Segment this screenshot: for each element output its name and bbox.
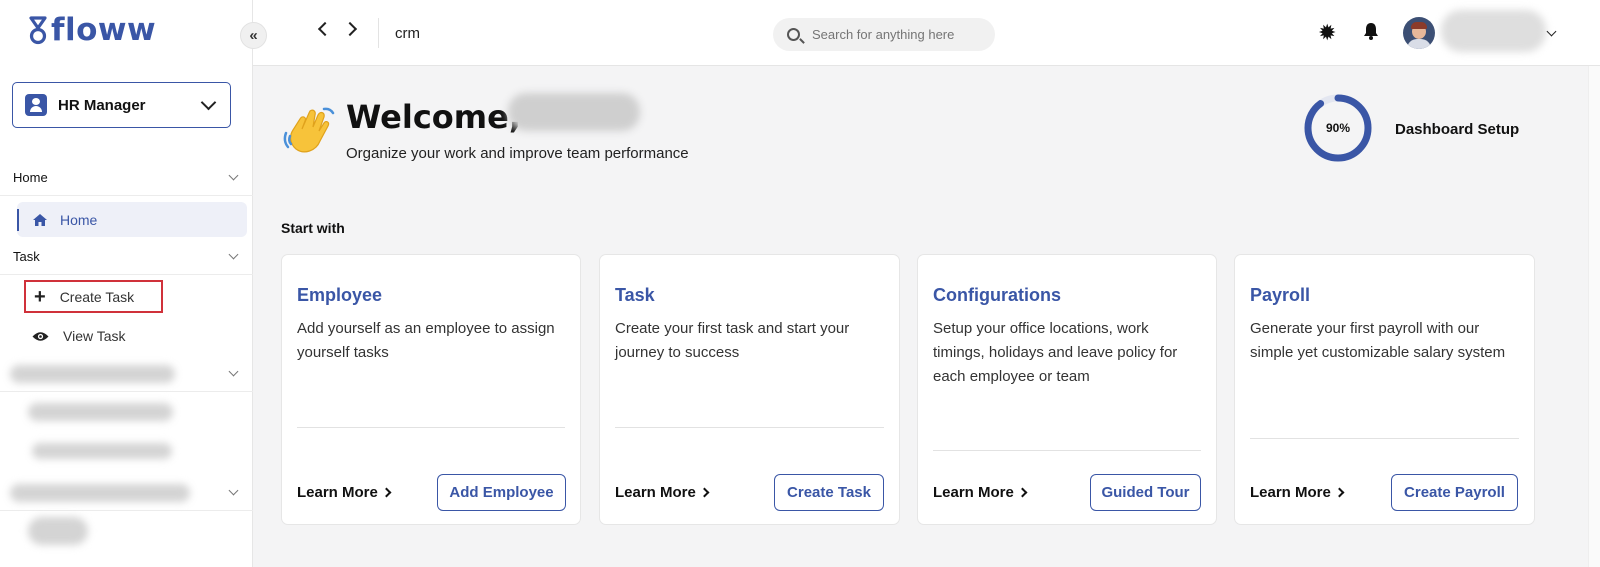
breadcrumb[interactable]: crm <box>395 25 420 42</box>
chevron-down-icon <box>200 94 217 110</box>
waving-hand-icon <box>283 107 335 153</box>
create-payroll-button[interactable]: Create Payroll <box>1391 474 1518 511</box>
sidebar-item-label: Home <box>60 211 98 228</box>
divider <box>933 450 1201 451</box>
guided-tour-button[interactable]: Guided Tour <box>1090 474 1201 511</box>
card-title: Configurations <box>933 285 1061 305</box>
section-label: Home <box>13 170 48 185</box>
redacted-nav-item <box>32 443 172 459</box>
plus-icon: + <box>34 285 46 308</box>
learn-more-link[interactable]: Learn More <box>297 484 392 501</box>
section-label: Task <box>13 249 40 264</box>
divider <box>297 427 565 428</box>
role-select[interactable]: HR Manager <box>12 82 231 128</box>
sun-icon[interactable]: ✹ <box>1318 20 1336 46</box>
redacted-user-name <box>508 93 640 131</box>
collapse-sidebar-button[interactable]: « <box>240 22 267 49</box>
dashboard-setup-link[interactable]: Dashboard Setup <box>1395 121 1519 138</box>
chevron-down-icon <box>228 366 239 377</box>
section-title: Start with <box>281 220 345 236</box>
avatar-hair <box>1411 22 1427 29</box>
sidebar-item-label: View Task <box>63 328 126 344</box>
page-title: Welcome, <box>346 98 521 136</box>
divider <box>378 18 379 48</box>
chevron-down-icon <box>228 485 239 496</box>
brand-name: floww <box>51 12 157 48</box>
redacted-nav-item <box>28 403 173 421</box>
section-header-task[interactable]: Task <box>0 239 253 275</box>
card-task: Task Create your first task and start yo… <box>599 254 900 525</box>
learn-more-link[interactable]: Learn More <box>933 484 1028 501</box>
search-bar[interactable] <box>773 18 995 51</box>
card-description: Add yourself as an employee to assign yo… <box>297 320 555 361</box>
user-badge-icon <box>25 94 47 116</box>
redacted-user-name <box>1441 10 1546 52</box>
learn-more-link[interactable]: Learn More <box>1250 484 1345 501</box>
create-task-button[interactable]: Create Task <box>774 474 884 511</box>
chevron-right-icon <box>1017 487 1028 498</box>
divider <box>1250 438 1519 439</box>
bell-icon[interactable] <box>1363 22 1379 40</box>
page-subtitle: Organize your work and improve team perf… <box>346 145 689 162</box>
learn-more-label: Learn More <box>615 484 696 501</box>
role-label: HR Manager <box>58 96 146 114</box>
sidebar-item-home[interactable]: Home <box>17 202 247 237</box>
sidebar: floww HR Manager Home Home Task + Create… <box>0 0 253 567</box>
card-description: Setup your office locations, work timing… <box>933 320 1178 385</box>
topbar: crm ✹ <box>253 0 1600 66</box>
back-arrow-icon[interactable] <box>317 21 333 37</box>
section-header-redacted[interactable] <box>0 475 253 511</box>
divider <box>615 427 884 428</box>
chevron-down-icon[interactable] <box>1546 26 1557 37</box>
section-header-home[interactable]: Home <box>0 160 253 196</box>
sidebar-item-create-task[interactable]: + Create Task <box>24 280 163 313</box>
card-title: Payroll <box>1250 285 1311 305</box>
eye-icon <box>32 331 49 341</box>
redacted-nav-item <box>28 517 88 545</box>
logo-mark-icon <box>29 16 47 45</box>
learn-more-label: Learn More <box>1250 484 1331 501</box>
active-indicator <box>17 208 19 231</box>
chevron-down-icon <box>228 170 239 181</box>
learn-more-label: Learn More <box>933 484 1014 501</box>
card-title: Task <box>615 285 655 305</box>
chevron-down-icon <box>228 249 239 260</box>
chevron-right-icon <box>699 487 710 498</box>
avatar[interactable] <box>1403 17 1435 49</box>
forward-arrow-icon[interactable] <box>342 21 358 37</box>
card-configurations: Configurations Setup your office locatio… <box>917 254 1217 525</box>
card-description: Generate your first payroll with our sim… <box>1250 320 1506 361</box>
chevron-right-icon <box>381 487 392 498</box>
sidebar-item-view-task[interactable]: View Task <box>32 325 126 347</box>
setup-progress-label: 90% <box>1325 121 1351 135</box>
learn-more-link[interactable]: Learn More <box>615 484 710 501</box>
card-employee: Employee Add yourself as an employee to … <box>281 254 581 525</box>
search-input[interactable] <box>812 27 982 42</box>
learn-more-label: Learn More <box>297 484 378 501</box>
search-icon <box>787 28 800 41</box>
avatar-body <box>1407 39 1431 49</box>
floww-logo[interactable]: floww <box>28 12 156 48</box>
scrollbar[interactable] <box>1588 66 1600 567</box>
home-icon <box>33 213 47 226</box>
add-employee-button[interactable]: Add Employee <box>437 474 566 511</box>
card-payroll: Payroll Generate your first payroll with… <box>1234 254 1535 525</box>
card-description: Create your first task and start your jo… <box>615 320 850 361</box>
section-header-redacted[interactable] <box>0 356 253 392</box>
welcome-text: Welcome, <box>346 98 521 136</box>
chevron-right-icon <box>1334 487 1345 498</box>
card-title: Employee <box>297 285 383 305</box>
sidebar-item-label: Create Task <box>59 288 135 305</box>
